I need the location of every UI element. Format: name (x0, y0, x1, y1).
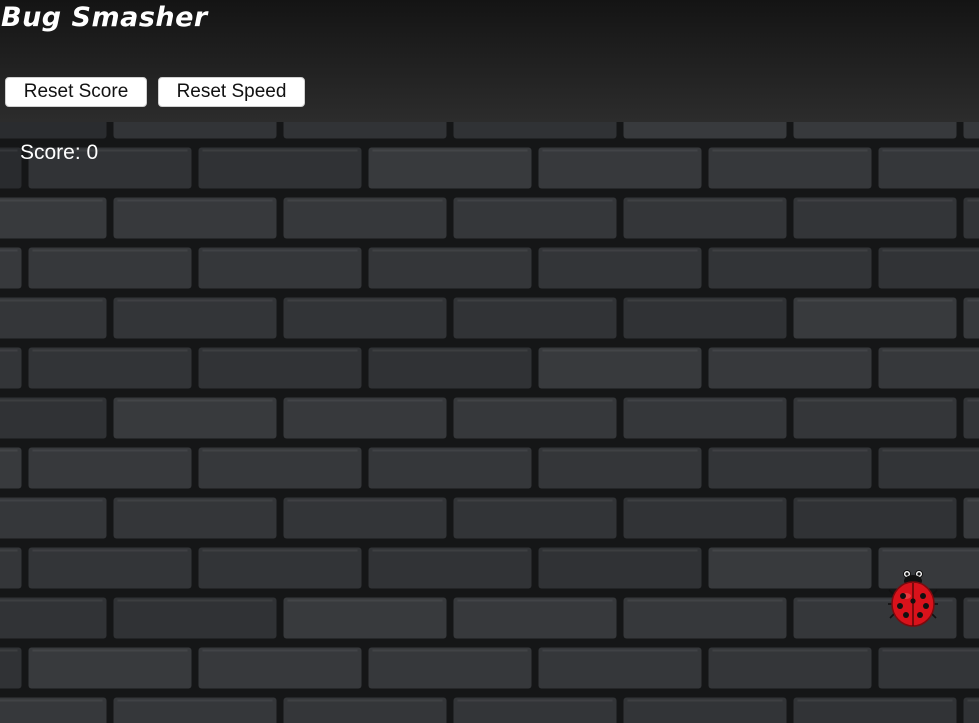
game-board[interactable] (0, 122, 979, 723)
reset-speed-button[interactable]: Reset Speed (158, 77, 305, 107)
ladybug-icon[interactable] (888, 566, 942, 628)
brick-wall-background (0, 122, 979, 723)
header-bar: Bug Smasher Reset Score Reset Speed (0, 0, 979, 122)
score-display: Score: 0 (20, 141, 99, 164)
reset-score-button[interactable]: Reset Score (5, 77, 147, 107)
game-title: Bug Smasher (1, 2, 208, 33)
